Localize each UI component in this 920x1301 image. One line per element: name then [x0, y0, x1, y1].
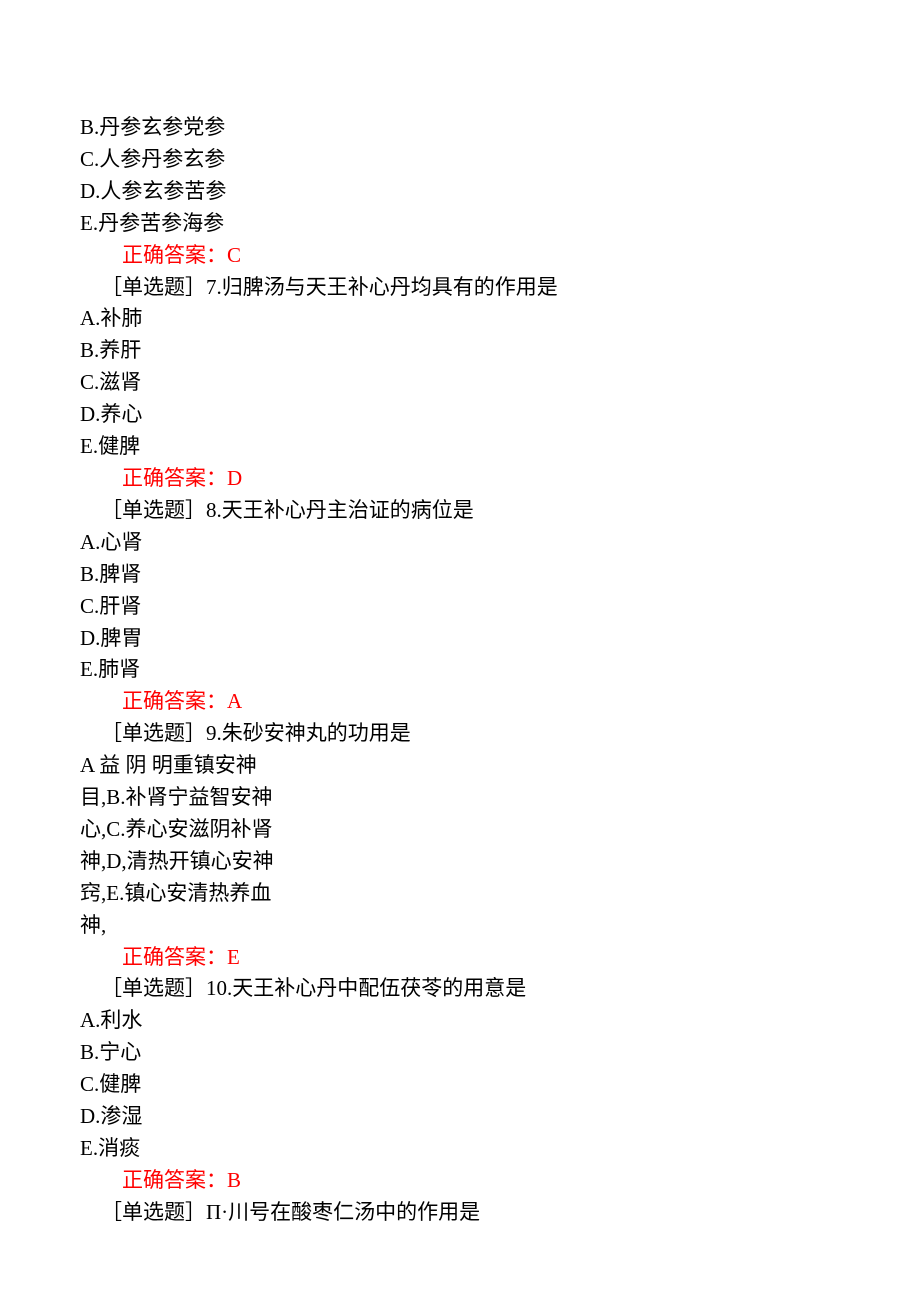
q7-option-b: B.养肝 — [80, 335, 920, 367]
q6-option-d: D.人参玄参苦参 — [80, 176, 920, 208]
q9-line-4: 神,D,清热开镇心安神 — [80, 846, 920, 878]
q9-line-3a: 心,C.养心安 — [80, 817, 189, 841]
q6-option-b: B.丹参玄参党参 — [80, 112, 920, 144]
q7-option-a: A.补肺 — [80, 303, 920, 335]
q9-line-3b: 滋阴补肾 — [189, 817, 273, 841]
q9-line-5a: 窍,E.镇心安 — [80, 881, 187, 905]
q8-option-e: E.肺肾 — [80, 654, 920, 686]
q8-answer: 正确答案：A — [80, 686, 920, 718]
q8-stem: ［单选题］8.天王补心丹主治证的病位是 — [80, 495, 920, 527]
q10-option-e: E.消痰 — [80, 1133, 920, 1165]
q7-option-d: D.养心 — [80, 399, 920, 431]
q9-line-3: 心,C.养心安滋阴补肾 — [80, 814, 920, 846]
q10-option-b: B.宁心 — [80, 1037, 920, 1069]
q9-line-2b: 益智安神 — [189, 785, 273, 809]
q9-line-1a: A 益 阴 明 — [80, 753, 173, 777]
q8-option-a: A.心肾 — [80, 527, 920, 559]
q9-line-6: 神, — [80, 910, 920, 942]
q8-option-b: B.脾肾 — [80, 559, 920, 591]
q8-option-c: C.肝肾 — [80, 591, 920, 623]
q9-line-4a: 神,D,清热开 — [80, 849, 190, 873]
q9-line-5b: 清热养血 — [187, 881, 271, 905]
q10-stem: ［单选题］10.天王补心丹中配伍茯苓的用意是 — [80, 973, 920, 1005]
q9-line-1: A 益 阴 明重镇安神 — [80, 750, 920, 782]
q9-line-2: 目,B.补肾宁益智安神 — [80, 782, 920, 814]
q9-line-2a: 目,B.补肾宁 — [80, 785, 189, 809]
q10-option-d: D.渗湿 — [80, 1101, 920, 1133]
q7-option-e: E.健脾 — [80, 431, 920, 463]
q9-answer: 正确答案：E — [80, 942, 920, 974]
q9-line-4b: 镇心安神 — [190, 849, 274, 873]
q10-option-c: C.健脾 — [80, 1069, 920, 1101]
q8-option-d: D.脾胃 — [80, 623, 920, 655]
q10-option-a: A.利水 — [80, 1005, 920, 1037]
q9-line-1b: 重镇安神 — [173, 753, 257, 777]
q7-answer: 正确答案：D — [80, 463, 920, 495]
q7-stem: ［单选题］7.归脾汤与天王补心丹均具有的作用是 — [80, 272, 920, 304]
q6-option-c: C.人参丹参玄参 — [80, 144, 920, 176]
q10-answer: 正确答案：B — [80, 1165, 920, 1197]
q11-stem: ［单选题］Π·川号在酸枣仁汤中的作用是 — [80, 1197, 920, 1229]
q7-option-c: C.滋肾 — [80, 367, 920, 399]
q9-stem: ［单选题］9.朱砂安神丸的功用是 — [80, 718, 920, 750]
q9-line-5: 窍,E.镇心安清热养血 — [80, 878, 920, 910]
q6-option-e: E.丹参苦参海参 — [80, 208, 920, 240]
q6-answer: 正确答案：C — [80, 240, 920, 272]
